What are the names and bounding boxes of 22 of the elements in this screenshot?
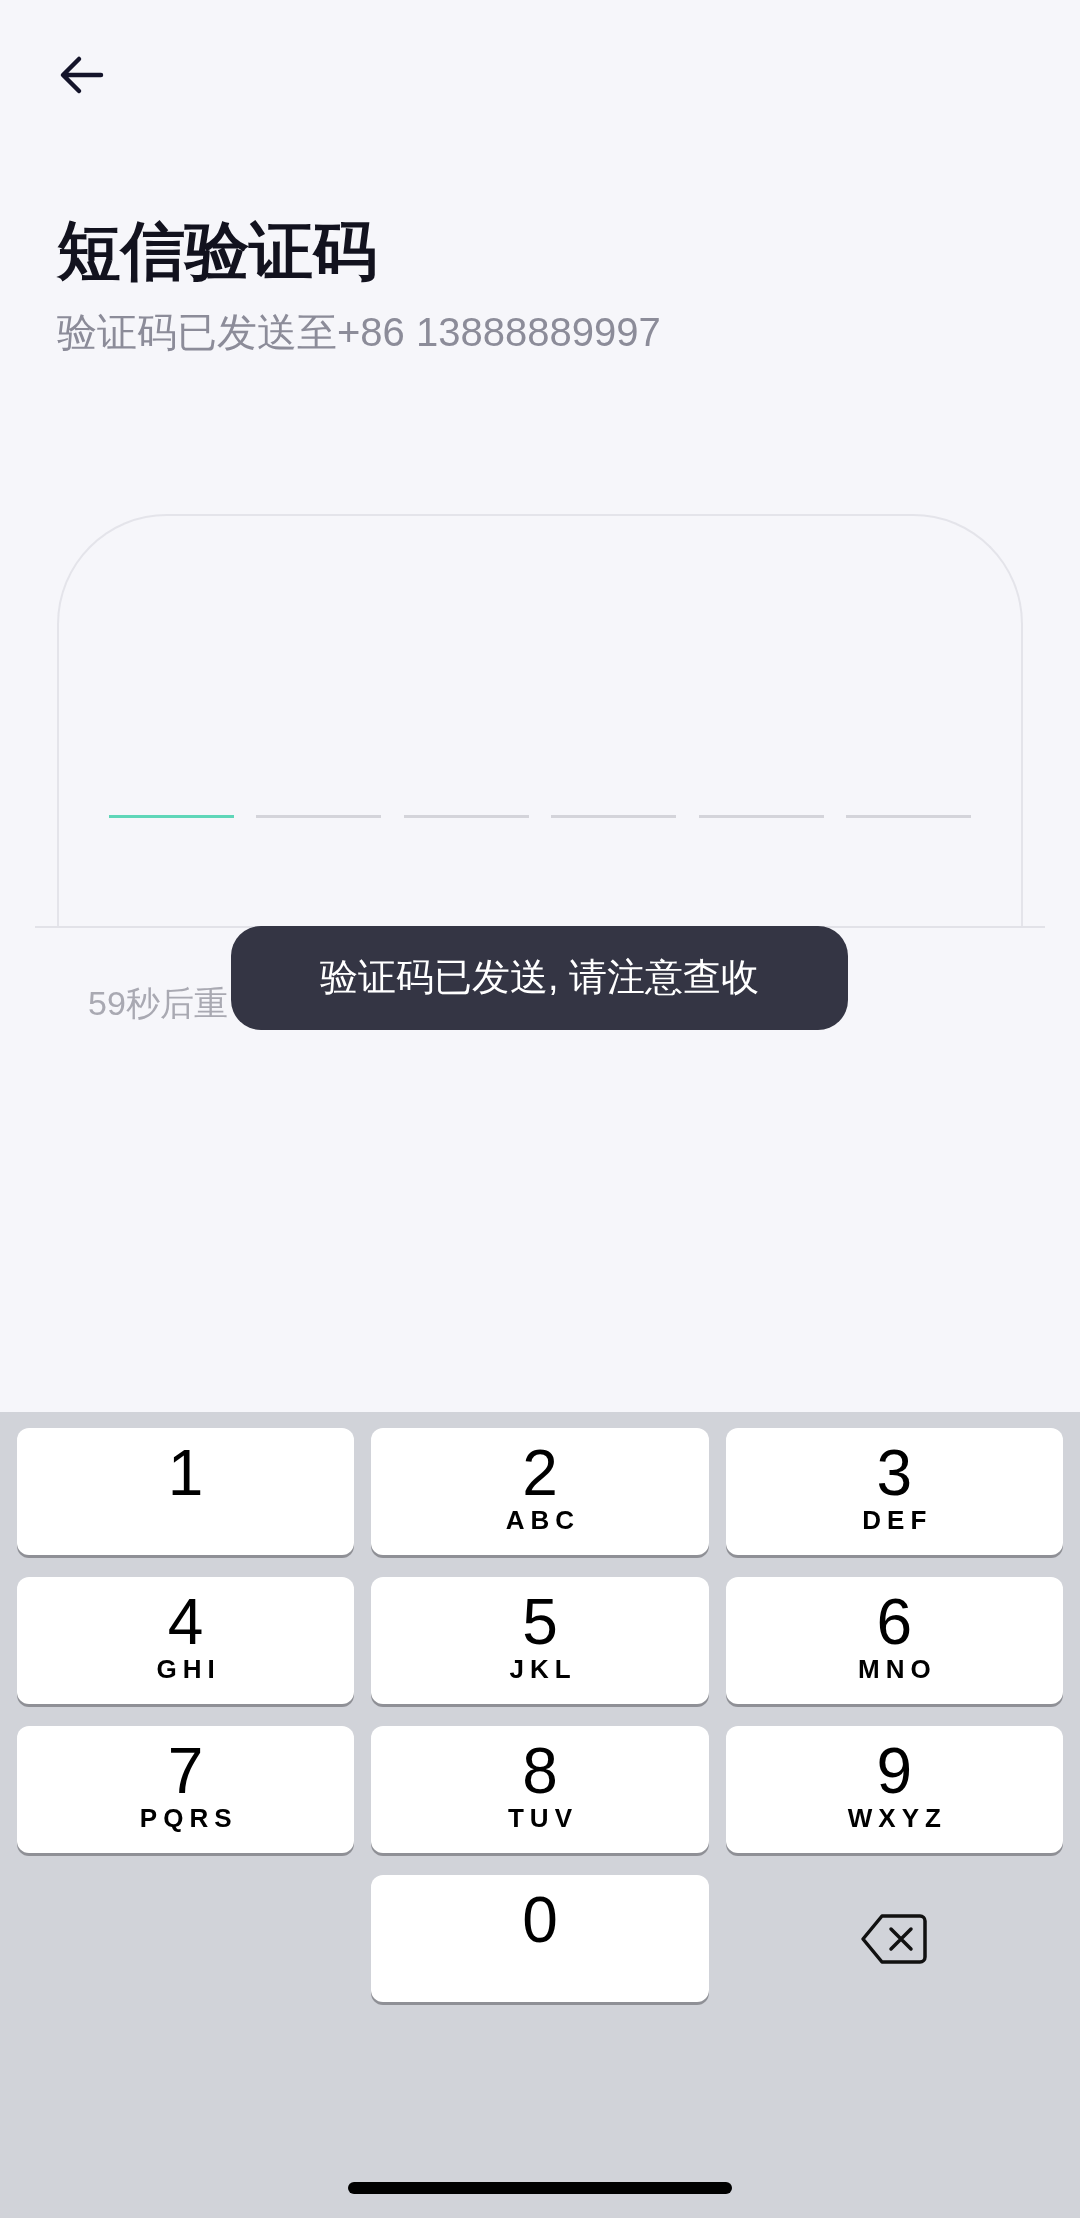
key-button[interactable]: 6 MNO [725,1577,1063,1704]
key-button[interactable]: 1 [17,1428,355,1555]
digit-slot[interactable] [845,814,971,818]
key-button[interactable]: 0 [371,1875,709,2002]
key-button[interactable]: 3 DEF [725,1428,1063,1555]
key-button[interactable]: 2 ABC [371,1428,709,1555]
digit-slot[interactable] [403,814,529,818]
key-button[interactable]: 7 PQRS [17,1726,355,1853]
code-input-panel[interactable] [57,513,1023,926]
backspace-icon [860,1911,929,1966]
resend-countdown: 59秒后重 [88,982,228,1024]
page-title: 短信验证码 [57,214,378,289]
digit-slot[interactable] [109,814,234,818]
key-button[interactable]: 4 GHI [17,1577,355,1704]
phone-hint: 验证码已发送至+86 13888889997 [57,308,662,356]
key-button[interactable]: 5 JKL [371,1577,709,1704]
digit-slot[interactable] [698,814,824,818]
key-button[interactable]: 8 TUV [371,1726,709,1853]
toast-message: 验证码已发送, 请注意查收 [231,925,848,1030]
key-button[interactable]: 9 WXYZ [725,1726,1063,1853]
digit-slot[interactable] [256,814,382,818]
digit-slot[interactable] [551,814,677,818]
